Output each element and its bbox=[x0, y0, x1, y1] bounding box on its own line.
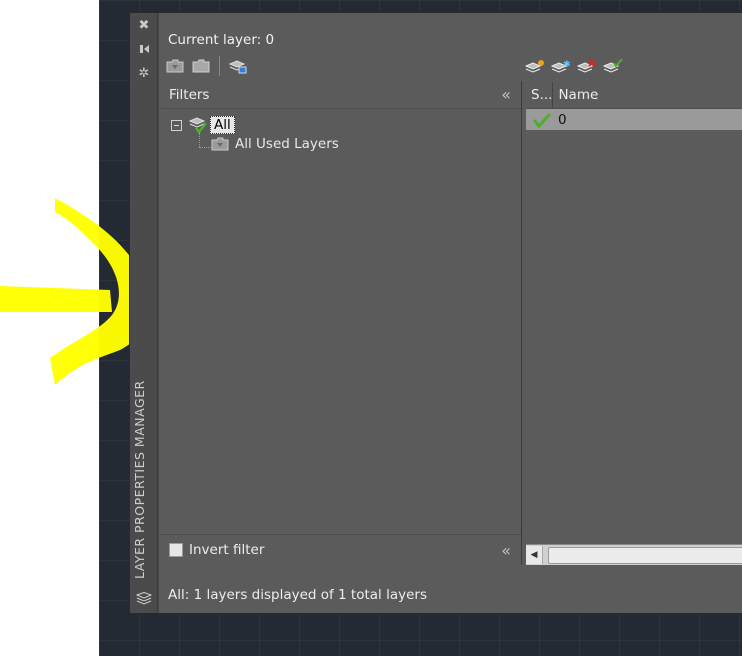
scroll-thumb[interactable] bbox=[548, 547, 742, 564]
filter-folder-icon bbox=[211, 137, 229, 151]
filter-toolbar bbox=[165, 56, 248, 76]
current-layer-label: Current layer: 0 bbox=[168, 32, 275, 48]
table-row[interactable]: 0 bbox=[526, 109, 742, 130]
scroll-left-icon[interactable]: ◀ bbox=[526, 546, 543, 564]
current-layer-check-icon[interactable] bbox=[526, 112, 558, 128]
status-text: All: 1 layers displayed of 1 total layer… bbox=[168, 587, 427, 603]
collapse-node-icon[interactable] bbox=[171, 119, 182, 131]
layers-list-pane: S... Name 0 ◀ bbox=[526, 81, 742, 565]
properties-icon[interactable]: ✲ bbox=[136, 65, 152, 81]
tree-item-label[interactable]: All bbox=[210, 116, 235, 134]
new-property-filter-icon[interactable] bbox=[165, 56, 185, 76]
column-name[interactable]: Name bbox=[553, 82, 742, 108]
autohide-icon[interactable] bbox=[136, 41, 152, 57]
palette-titlebar[interactable]: ✖ ✲ LAYER PROPERTIES MANAGER bbox=[130, 13, 158, 613]
delete-layer-icon[interactable] bbox=[577, 56, 597, 76]
tree-item-all[interactable]: All bbox=[171, 116, 235, 134]
tree-item-all-used-layers[interactable]: All Used Layers bbox=[211, 136, 339, 152]
layer-stack-icon bbox=[136, 591, 152, 607]
layer-toolbar: ✱ bbox=[525, 56, 623, 76]
close-icon[interactable]: ✖ bbox=[136, 17, 152, 33]
filters-footer: Invert filter « bbox=[161, 534, 521, 565]
invert-filter-label: Invert filter bbox=[189, 542, 265, 558]
new-layer-icon[interactable] bbox=[525, 56, 545, 76]
tree-item-label[interactable]: All Used Layers bbox=[235, 136, 339, 152]
layer-properties-palette: ✖ ✲ LAYER PROPERTIES MANAGER Current lay… bbox=[129, 12, 742, 614]
palette-body: Current layer: 0 ✱ Filters « All All Use… bbox=[159, 13, 742, 613]
svg-text:✱: ✱ bbox=[563, 60, 571, 70]
column-status[interactable]: S... bbox=[526, 82, 554, 108]
filters-header: Filters « bbox=[161, 81, 521, 109]
filters-pane: Filters « All All Used Layers Invert fil bbox=[161, 81, 522, 565]
new-layer-vp-frozen-icon[interactable]: ✱ bbox=[551, 56, 571, 76]
layer-states-manager-icon[interactable] bbox=[228, 56, 248, 76]
horizontal-scrollbar[interactable]: ◀ bbox=[526, 544, 742, 565]
collapse-filters-footer-icon[interactable]: « bbox=[501, 541, 511, 560]
filter-tree: All All Used Layers bbox=[161, 109, 521, 534]
filters-header-label: Filters bbox=[169, 86, 210, 103]
set-current-icon[interactable] bbox=[603, 56, 623, 76]
collapse-filters-icon[interactable]: « bbox=[501, 85, 511, 104]
layers-column-header: S... Name bbox=[526, 82, 742, 109]
invert-filter-checkbox[interactable] bbox=[169, 543, 183, 557]
new-group-filter-icon[interactable] bbox=[191, 56, 211, 76]
palette-title: LAYER PROPERTIES MANAGER bbox=[132, 380, 147, 579]
layer-name[interactable]: 0 bbox=[558, 112, 567, 128]
all-layers-icon bbox=[189, 117, 207, 134]
